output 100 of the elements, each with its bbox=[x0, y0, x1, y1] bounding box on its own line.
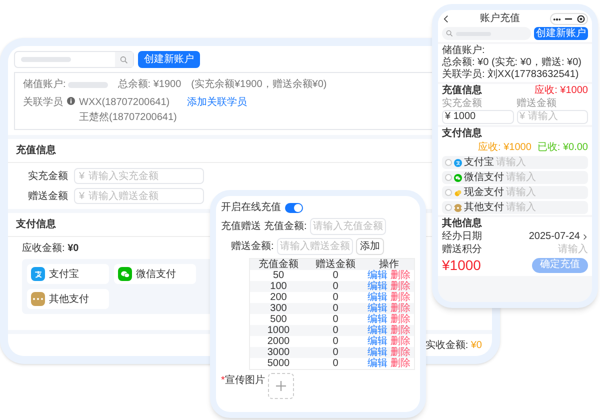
search-icon bbox=[120, 56, 128, 64]
total-balance: 总余额: ¥1900 bbox=[118, 78, 182, 92]
create-account-button[interactable]: 创建新账户 bbox=[534, 27, 588, 40]
search-field[interactable] bbox=[442, 27, 531, 40]
delete-link[interactable]: 删除 bbox=[390, 281, 410, 292]
add-student-link[interactable]: 添加关联学员 bbox=[186, 95, 247, 110]
payment-method-row[interactable]: 其他支付 请输入 bbox=[442, 201, 588, 214]
table-cell-text: 50 bbox=[272, 270, 286, 281]
coins-icon bbox=[454, 188, 462, 196]
payment-method-option[interactable]: 支付宝 bbox=[27, 264, 109, 284]
delete-link[interactable]: 删除 bbox=[390, 358, 410, 369]
checkbox[interactable] bbox=[445, 159, 452, 166]
field-label: 赠送金额 bbox=[28, 190, 68, 204]
payment-method-row[interactable]: 现金支付 请输入 bbox=[442, 186, 588, 199]
delete-link[interactable]: 删除 bbox=[390, 314, 410, 325]
table-cell-text: 0 bbox=[332, 303, 340, 314]
page-title: 账户充值 bbox=[480, 13, 520, 25]
table-cell-text: 0 bbox=[332, 336, 340, 347]
plus-icon bbox=[276, 381, 286, 391]
delete-link[interactable]: 删除 bbox=[390, 303, 410, 314]
alipay-icon bbox=[454, 158, 462, 166]
upload-button[interactable] bbox=[268, 373, 294, 399]
info-icon bbox=[67, 97, 75, 105]
student-name: 王楚然(18707200641) bbox=[79, 110, 177, 125]
section-title: 支付信息 bbox=[442, 128, 483, 140]
capsule-menu[interactable] bbox=[550, 13, 588, 25]
students-label: 关联学员 bbox=[23, 96, 63, 110]
payment-method-option[interactable]: 其他支付 bbox=[27, 289, 109, 309]
table-cell-text: 0 bbox=[332, 358, 340, 369]
edit-link[interactable]: 编辑 bbox=[368, 270, 388, 281]
target-icon bbox=[576, 15, 585, 23]
confirm-recharge-button[interactable]: 确定充值 bbox=[532, 258, 588, 272]
table-cell-text: 200 bbox=[269, 292, 288, 303]
column-header: 操作 bbox=[378, 259, 400, 270]
table-cell-text: 100 bbox=[269, 281, 288, 292]
table-cell-text: 0 bbox=[332, 325, 340, 336]
delete-link[interactable]: 删除 bbox=[390, 347, 410, 358]
blurred-text bbox=[68, 82, 108, 88]
table-cell-text: 2000 bbox=[266, 336, 291, 347]
method-label: 其他支付 bbox=[464, 202, 504, 214]
delete-link[interactable]: 删除 bbox=[390, 325, 410, 336]
edit-link[interactable]: 编辑 bbox=[368, 303, 388, 314]
table-cell-text: 300 bbox=[269, 303, 288, 314]
payment-method-row[interactable]: 微信支付 请输入 bbox=[442, 171, 588, 184]
amount-input[interactable]: ¥ 1000 bbox=[442, 110, 514, 124]
date-value[interactable]: 2025-07-24 bbox=[528, 231, 580, 243]
total-amount: ¥1000 bbox=[442, 257, 481, 273]
delete-link[interactable]: 删除 bbox=[390, 270, 410, 281]
edit-link[interactable]: 编辑 bbox=[368, 347, 388, 358]
account-label: 储值账户: bbox=[23, 78, 66, 92]
chat-bubbles-icon bbox=[118, 267, 132, 281]
amount-paid: 已收: ¥0.00 bbox=[537, 142, 588, 154]
blurred-text bbox=[21, 57, 71, 62]
info-line: 储值账户: bbox=[442, 45, 486, 56]
info-line: 总余额: ¥0 (实充: ¥0，赠送: ¥0) bbox=[442, 57, 582, 68]
table-cell-text: 3000 bbox=[266, 347, 291, 358]
amount-due: 应收金额: ¥0 bbox=[22, 242, 79, 256]
balance-detail: (实充余额¥1900，赠送余额¥0) bbox=[191, 78, 327, 92]
column-header: 赠送金额 bbox=[314, 259, 356, 270]
method-label: 现金支付 bbox=[464, 186, 504, 198]
toggle-switch[interactable] bbox=[285, 202, 303, 212]
column-header: 充值金额 bbox=[258, 259, 300, 270]
payment-method-row[interactable]: 支付宝 请输入 bbox=[442, 156, 588, 169]
edit-link[interactable]: 编辑 bbox=[368, 336, 388, 347]
edit-link[interactable]: 编辑 bbox=[368, 358, 388, 369]
section-title: 其他信息 bbox=[442, 218, 483, 230]
table-cell-text: 5000 bbox=[266, 358, 291, 369]
student-name: WXX(18707200641) bbox=[79, 96, 171, 110]
table-cell-text: 0 bbox=[332, 270, 340, 281]
minus-icon bbox=[565, 18, 572, 20]
image-label: *宣传图片 bbox=[221, 374, 265, 388]
search-field[interactable] bbox=[14, 51, 134, 68]
add-button[interactable]: 添加 bbox=[356, 238, 384, 255]
edit-link[interactable]: 编辑 bbox=[368, 292, 388, 303]
table-cell-text: 0 bbox=[332, 292, 340, 303]
field-label: 赠送金额 bbox=[516, 98, 558, 110]
edit-link[interactable]: 编辑 bbox=[368, 325, 388, 336]
delete-link[interactable]: 删除 bbox=[390, 336, 410, 347]
edit-link[interactable]: 编辑 bbox=[368, 314, 388, 325]
field-label: 实充金额 bbox=[442, 98, 483, 110]
checkbox[interactable] bbox=[445, 189, 452, 196]
create-account-button[interactable]: 创建新账户 bbox=[138, 51, 200, 68]
edit-link[interactable]: 编辑 bbox=[368, 281, 388, 292]
gift-label: 充值赠送 bbox=[221, 220, 261, 234]
delete-link[interactable]: 删除 bbox=[390, 292, 410, 303]
info-line: 关联学员: 刘XX(17783632541) bbox=[442, 69, 580, 81]
amount-received: 实收金额: ¥0 bbox=[425, 338, 482, 352]
online-recharge-label: 开启在线充值 bbox=[221, 200, 281, 215]
table-cell-text: 0 bbox=[332, 281, 340, 292]
table-cell-text: 1000 bbox=[266, 325, 291, 336]
checkbox[interactable] bbox=[445, 204, 452, 211]
search-icon bbox=[446, 30, 453, 37]
section-title: 充值信息 bbox=[442, 85, 482, 97]
table-cell-text: 500 bbox=[269, 314, 288, 325]
table-cell-text: 0 bbox=[332, 314, 340, 325]
checkbox[interactable] bbox=[445, 174, 452, 181]
alipay-icon bbox=[31, 267, 45, 281]
back-icon[interactable] bbox=[442, 15, 450, 23]
chat-bubbles-icon bbox=[454, 174, 462, 182]
payment-method-option[interactable]: 微信支付 bbox=[114, 264, 196, 284]
